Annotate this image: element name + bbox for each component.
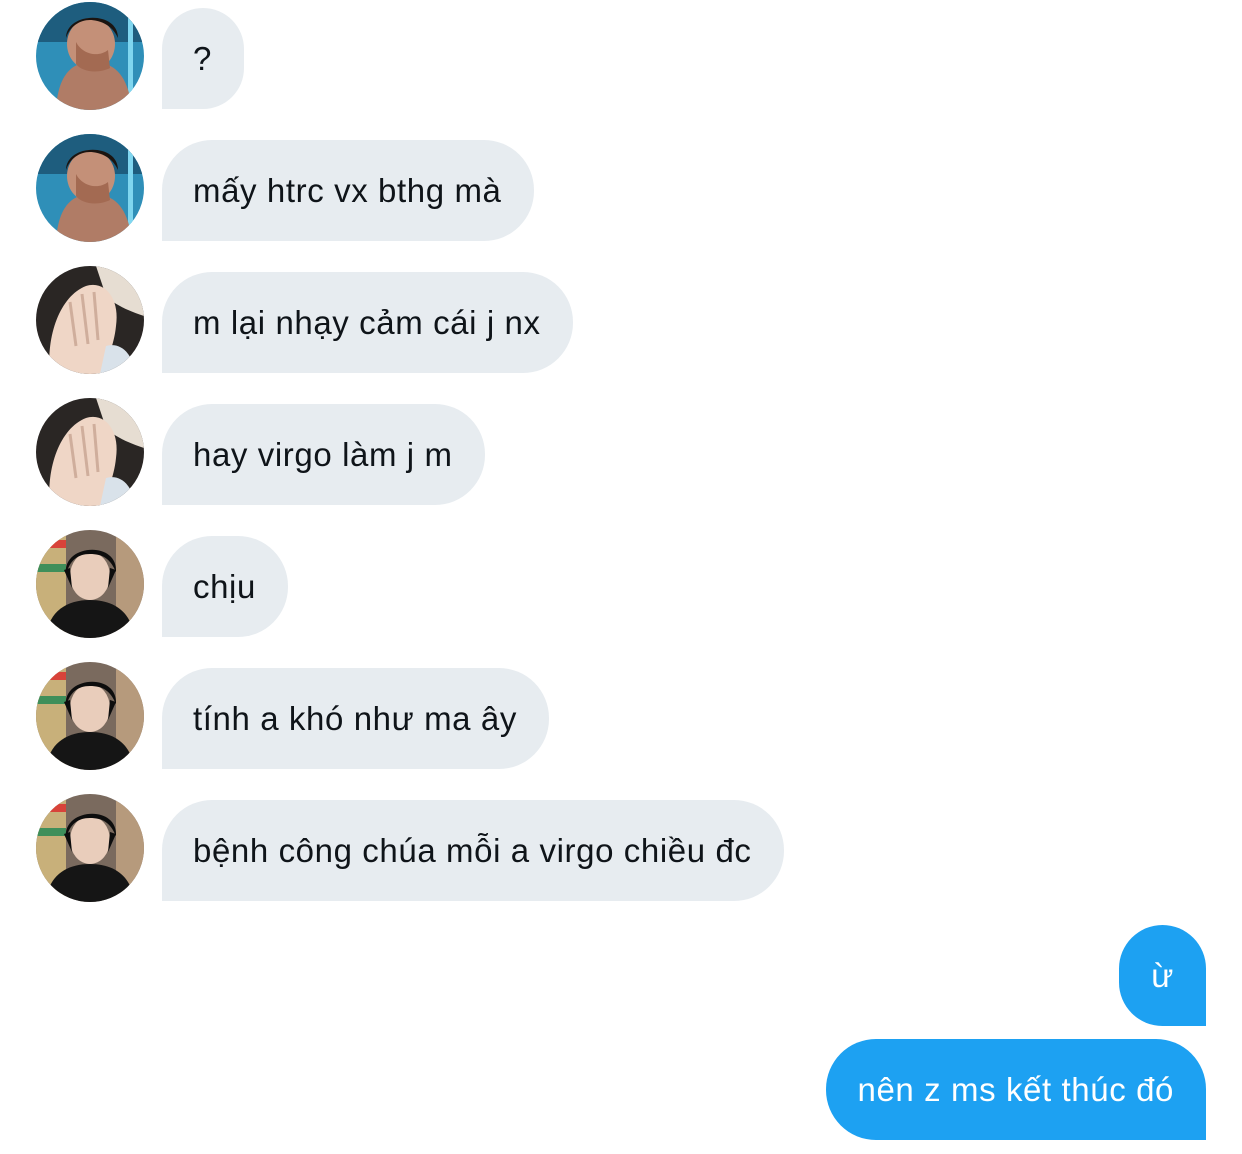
avatar-pool-boy[interactable]: [36, 134, 144, 242]
incoming-message-bubble[interactable]: ?: [162, 8, 244, 109]
message-row: ?: [0, 2, 1242, 110]
message-row: tính a khó như ma ây: [0, 662, 1242, 770]
avatar-black-hoodie[interactable]: [36, 662, 144, 770]
avatar-hand-face[interactable]: [36, 266, 144, 374]
incoming-message-bubble[interactable]: m lại nhạy cảm cái j nx: [162, 272, 573, 373]
message-row: bệnh công chúa mỗi a virgo chiều đc: [0, 794, 1242, 902]
avatar-black-hoodie[interactable]: [36, 530, 144, 638]
message-row: mấy htrc vx bthg mà: [0, 134, 1242, 242]
incoming-message-bubble[interactable]: bệnh công chúa mỗi a virgo chiều đc: [162, 800, 784, 901]
message-row: m lại nhạy cảm cái j nx: [0, 266, 1242, 374]
incoming-message-bubble[interactable]: chịu: [162, 536, 288, 637]
avatar-hand-face[interactable]: [36, 398, 144, 506]
avatar-black-hoodie[interactable]: [36, 794, 144, 902]
incoming-message-bubble[interactable]: hay virgo làm j m: [162, 404, 485, 505]
outgoing-message-bubble[interactable]: ừ: [1119, 925, 1206, 1026]
outgoing-message-bubble[interactable]: nên z ms kết thúc đó: [825, 1039, 1206, 1140]
incoming-message-bubble[interactable]: mấy htrc vx bthg mà: [162, 140, 534, 241]
message-row: hay virgo làm j m: [0, 398, 1242, 506]
message-row: chịu: [0, 530, 1242, 638]
avatar-pool-boy[interactable]: [36, 2, 144, 110]
incoming-message-bubble[interactable]: tính a khó như ma ây: [162, 668, 549, 769]
